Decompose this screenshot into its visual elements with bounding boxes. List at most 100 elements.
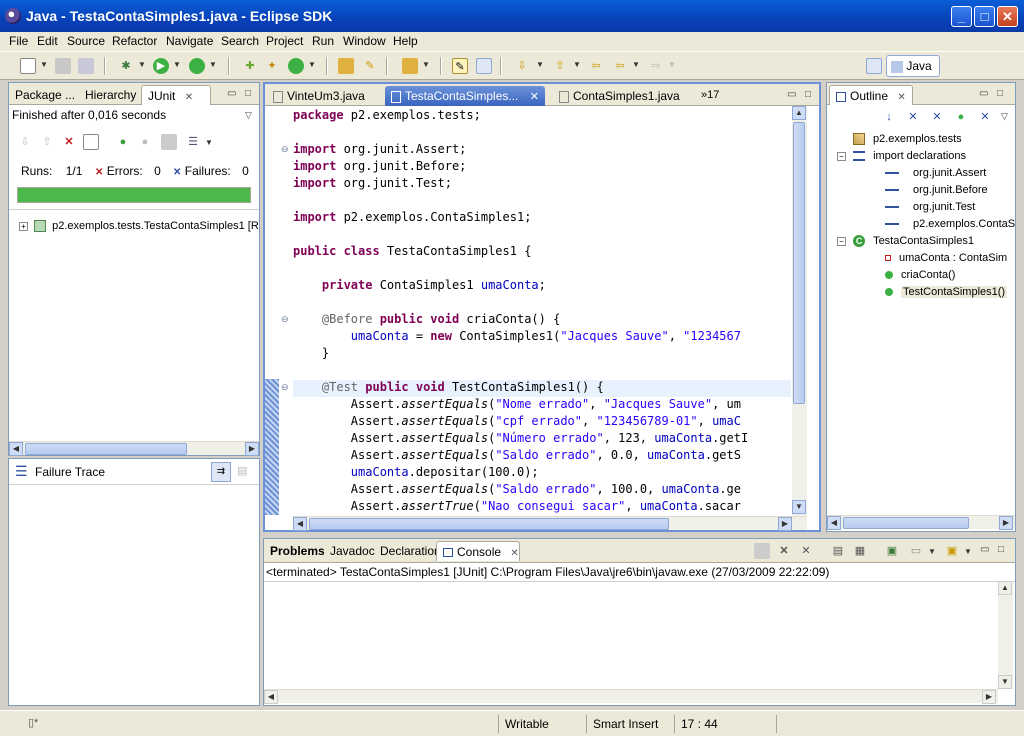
scroll-left-icon[interactable]: ◀ (9, 442, 23, 456)
forward-dropdown-icon[interactable]: ▼ (668, 60, 676, 69)
tab-overflow[interactable]: »17 (695, 86, 725, 106)
scroll-right-icon[interactable]: ▶ (999, 516, 1013, 530)
fold-icon[interactable]: ⊖ (281, 314, 289, 325)
view-menu-icon[interactable]: ▽ (245, 110, 252, 121)
close-tab-icon[interactable]: ✕ (510, 548, 518, 559)
tab-hierarchy[interactable]: Hierarchy (79, 85, 142, 105)
outline-item[interactable]: umaConta : ContaSim (881, 252, 1007, 264)
scroll-left-icon[interactable]: ◀ (264, 690, 278, 704)
remove-launch-icon[interactable]: ✕ (776, 543, 792, 559)
previous-annotation-dropdown-icon[interactable]: ▼ (573, 60, 581, 69)
back-dropdown-icon[interactable]: ▼ (632, 60, 640, 69)
view-menu-icon[interactable]: ▽ (1001, 111, 1008, 122)
test-tree-item[interactable]: + p2.exemplos.tests.TestaContaSimples1 [… (19, 220, 259, 233)
tab-contasimples1[interactable]: ContaSimples1.java (553, 86, 693, 106)
pin-console-icon[interactable]: ▣ (884, 543, 900, 559)
console-vscrollbar[interactable]: ▲ ▼ (998, 581, 1013, 689)
menu-project[interactable]: Project (266, 34, 303, 48)
print-icon[interactable] (78, 58, 94, 74)
new-dropdown-icon[interactable]: ▼ (40, 60, 48, 69)
menu-run[interactable]: Run (312, 34, 334, 48)
minimize-view-icon[interactable]: ▭ (227, 88, 236, 99)
previous-annotation-icon[interactable]: ⇧ (552, 58, 568, 74)
open-console-dropdown-icon[interactable]: ▼ (964, 547, 972, 556)
scroll-thumb[interactable] (25, 443, 187, 455)
new-dropdown2-icon[interactable]: ▼ (308, 60, 316, 69)
rerun-test-icon[interactable]: ● (115, 134, 131, 150)
outline-item[interactable]: org.junit.Test (881, 201, 975, 213)
stop-icon[interactable] (161, 134, 177, 150)
previous-failure-icon[interactable]: ⇧ (39, 134, 55, 150)
maximize-view-icon[interactable]: □ (997, 88, 1003, 99)
maximize-editor-icon[interactable]: □ (805, 89, 811, 100)
hide-nonpublic-icon[interactable]: ● (953, 109, 969, 125)
open-console-icon[interactable]: ▣ (944, 543, 960, 559)
tab-junit[interactable]: JUnit ✕ (141, 85, 211, 105)
maximize-view-icon[interactable]: □ (998, 544, 1004, 555)
display-dropdown-icon[interactable]: ▼ (928, 547, 936, 556)
debug-dropdown-icon[interactable]: ▼ (138, 60, 146, 69)
menu-source[interactable]: Source (67, 34, 105, 48)
minimize-view-icon[interactable]: ▭ (979, 88, 988, 99)
tab-outline[interactable]: Outline ✕ (829, 85, 913, 105)
menu-window[interactable]: Window (343, 34, 386, 48)
new-icon[interactable] (20, 58, 36, 74)
scroll-thumb[interactable] (843, 517, 969, 529)
junit-hscrollbar[interactable]: ◀ ▶ (9, 441, 259, 456)
new-class-icon[interactable]: ✦ (264, 58, 280, 74)
hide-local-types-icon[interactable]: ✕ (977, 109, 993, 125)
remove-all-terminated-icon[interactable]: ✕ (798, 543, 814, 559)
history-dropdown-icon[interactable]: ▼ (205, 138, 213, 147)
menu-help[interactable]: Help (393, 34, 418, 48)
fast-view-icon[interactable]: ▯* (28, 716, 38, 729)
close-tab-icon[interactable]: ✕ (530, 91, 539, 103)
scroll-up-icon[interactable]: ▲ (998, 581, 1012, 595)
tab-javadoc[interactable]: Javadoc (324, 541, 381, 561)
maximize-button[interactable]: □ (974, 6, 995, 27)
code-area[interactable]: package p2.exemplos.tests; import org.jun… (293, 108, 791, 516)
scroll-lock-icon[interactable]: ▦ (852, 543, 868, 559)
next-annotation-icon[interactable]: ⇩ (514, 58, 530, 74)
terminate-icon[interactable] (754, 543, 770, 559)
console-hscrollbar[interactable]: ◀ ▶ (264, 689, 998, 704)
last-edit-location-icon[interactable]: ⇦ (588, 58, 604, 74)
scroll-down-icon[interactable]: ▼ (998, 675, 1012, 689)
maximize-view-icon[interactable]: □ (245, 88, 251, 99)
menu-navigate[interactable]: Navigate (166, 34, 213, 48)
editor-vscroll-thumb[interactable] (793, 122, 805, 404)
close-button[interactable]: ✕ (997, 6, 1018, 27)
outline-hscrollbar[interactable]: ◀ ▶ (827, 515, 1015, 530)
menu-refactor[interactable]: Refactor (112, 34, 157, 48)
menu-file[interactable]: File (9, 34, 28, 48)
close-tab-icon[interactable]: ✕ (185, 92, 193, 103)
scroll-right-icon[interactable]: ▶ (982, 690, 996, 704)
open-perspective-icon[interactable] (866, 58, 882, 74)
tab-problems[interactable]: Problems (264, 541, 331, 561)
open-type-icon[interactable] (338, 58, 354, 74)
editor-hscroll-thumb[interactable] (309, 518, 669, 530)
editor-vscrollbar[interactable]: ▲ ▼ (792, 106, 807, 516)
rerun-failed-first-icon[interactable]: ● (137, 134, 153, 150)
new-junit-icon[interactable] (288, 58, 304, 74)
sort-icon[interactable]: ↓ (881, 109, 897, 125)
menu-search[interactable]: Search (221, 34, 259, 48)
scroll-down-icon[interactable]: ▼ (792, 500, 806, 514)
tab-testacontasimples1[interactable]: TestaContaSimples... ✕ (385, 86, 545, 106)
outline-item[interactable]: p2.exemplos.ContaSim (881, 218, 1015, 230)
show-whitespace-icon[interactable] (476, 58, 492, 74)
open-dropdown-icon[interactable]: ▼ (422, 60, 430, 69)
hide-fields-icon[interactable]: ✕ (905, 109, 921, 125)
menu-edit[interactable]: Edit (37, 34, 58, 48)
perspective-java-button[interactable]: Java (886, 55, 940, 77)
scroll-left-icon[interactable]: ◀ (293, 517, 307, 531)
outline-item[interactable]: org.junit.Before (881, 184, 988, 196)
scroll-left-icon[interactable]: ◀ (827, 516, 841, 530)
run-icon[interactable]: ▶ (153, 58, 169, 74)
editor-hscrollbar[interactable]: ◀ ▶ (293, 516, 807, 531)
external-tools-dropdown-icon[interactable]: ▼ (209, 60, 217, 69)
scroll-right-icon[interactable]: ▶ (778, 517, 792, 531)
minimize-view-icon[interactable]: ▭ (980, 544, 989, 555)
open-folder-icon[interactable] (402, 58, 418, 74)
mark-occurrences-icon[interactable]: ✎ (452, 58, 468, 74)
clear-console-icon[interactable]: ▤ (830, 543, 846, 559)
